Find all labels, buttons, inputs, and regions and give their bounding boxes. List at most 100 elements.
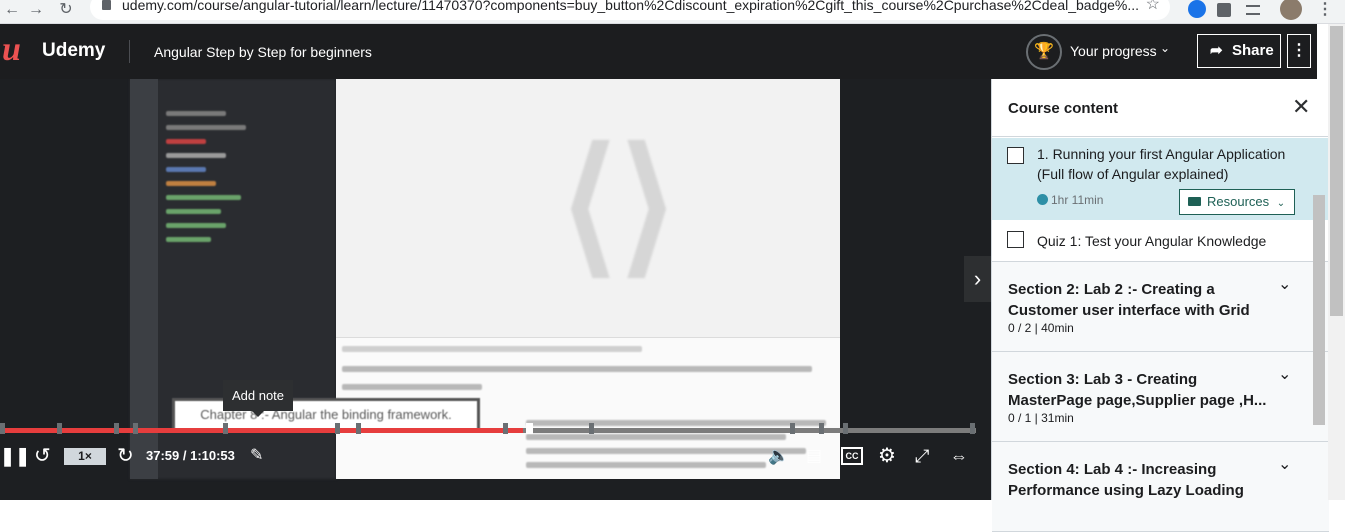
progress-bar[interactable] <box>0 428 976 433</box>
course-content-panel: Course content ✕ ▲ 1. Running your first… <box>991 79 1329 532</box>
video-activity-bar <box>130 79 158 479</box>
section-title: Section 4: Lab 4 :- Increasing Performan… <box>1008 461 1244 499</box>
video-file-row <box>166 181 216 186</box>
chevron-down-icon[interactable]: ⌄ <box>1278 274 1291 294</box>
video-file-row <box>166 195 241 200</box>
speed-button[interactable]: 1× <box>64 448 106 465</box>
settings-icon[interactable]: ⚙ <box>878 441 896 471</box>
captions-icon[interactable]: CC <box>841 447 863 465</box>
section-title: Section 3: Lab 3 - Creating MasterPage p… <box>1008 371 1267 409</box>
bookmark-marker[interactable] <box>335 423 340 434</box>
video-file-row <box>166 153 226 158</box>
bookmark-marker[interactable] <box>589 423 594 434</box>
note-icon[interactable]: ✎ <box>250 441 263 471</box>
bookmark-marker[interactable] <box>790 423 795 434</box>
reload-icon[interactable]: ↻ <box>56 2 76 22</box>
address-bar[interactable]: udemy.com/course/angular-tutorial/learn/… <box>90 0 1170 20</box>
add-note-tooltip: Add note <box>223 380 293 417</box>
video-file-row <box>166 167 206 172</box>
avatar[interactable] <box>1280 0 1302 20</box>
page-scrollbar[interactable] <box>1328 24 1345 500</box>
media-icon[interactable] <box>1246 5 1260 15</box>
bookmark-marker[interactable] <box>843 423 848 434</box>
lesson-title: Quiz 1: Test your Angular Knowledge <box>1037 233 1267 249</box>
course-content-header: Course content ✕ <box>992 79 1329 137</box>
browser-toolbar: ← → ↻ udemy.com/course/angular-tutorial/… <box>0 0 1345 24</box>
chevron-down-icon[interactable]: ⌄ <box>1278 364 1291 384</box>
section-item[interactable]: Section 3: Lab 3 - Creating MasterPage p… <box>992 352 1329 442</box>
timecode: 37:59 / 1:10:53 <box>146 448 235 463</box>
video-file-row <box>166 223 226 228</box>
video-file-row <box>166 237 211 242</box>
extension-icon[interactable] <box>1188 0 1206 18</box>
volume-icon[interactable]: 🔈 <box>768 441 789 471</box>
bookmark-marker[interactable] <box>223 423 228 434</box>
folder-icon <box>1188 197 1201 206</box>
section-item[interactable]: Section 4: Lab 4 :- Increasing Performan… <box>992 442 1329 532</box>
rewind-icon[interactable]: ↺ <box>34 441 51 471</box>
section-meta: 0 / 1 | 31min <box>1008 411 1074 425</box>
share-button[interactable]: ➦ Share <box>1197 34 1281 68</box>
section-meta: 0 / 2 | 40min <box>1008 321 1074 335</box>
expand-icon[interactable]: ⇔ <box>950 441 968 471</box>
bookmark-marker[interactable] <box>970 423 975 434</box>
close-icon[interactable]: ✕ <box>1292 96 1310 118</box>
forward-skip-icon[interactable]: ↻ <box>117 441 134 471</box>
page-scrollbar-thumb[interactable] <box>1330 26 1343 316</box>
course-title[interactable]: Angular Step by Step for beginners <box>154 44 372 60</box>
bookmark-marker[interactable] <box>503 423 508 434</box>
url-text: udemy.com/course/angular-tutorial/learn/… <box>122 0 1140 13</box>
resources-button[interactable]: Resources ⌄ <box>1179 189 1295 215</box>
udemy-logo-icon[interactable]: u <box>2 33 21 67</box>
header-divider <box>129 40 130 63</box>
your-progress-button[interactable]: Your progress <box>1070 43 1157 59</box>
lesson-checkbox[interactable] <box>1007 231 1024 248</box>
bookmark-marker[interactable] <box>133 423 138 434</box>
lesson-item-current[interactable]: 1. Running your first Angular Applicatio… <box>992 138 1329 220</box>
bookmark-marker[interactable] <box>356 423 361 434</box>
udemy-logo-text[interactable]: Udemy <box>42 40 105 62</box>
chapter-caption: Chapter 8 :- Angular the binding framewo… <box>172 398 480 432</box>
chevron-down-icon[interactable]: ⌄ <box>1160 41 1170 55</box>
resources-label: Resources <box>1207 194 1270 209</box>
transcript-icon[interactable]: ▤ <box>806 441 822 471</box>
playhead[interactable] <box>526 423 533 434</box>
course-header: u Udemy Angular Step by Step for beginne… <box>0 24 1317 79</box>
bookmark-marker[interactable] <box>819 423 824 434</box>
lesson-checkbox[interactable] <box>1007 147 1024 164</box>
star-icon[interactable]: ☆ <box>1146 0 1160 16</box>
video-file-row <box>166 209 221 214</box>
chrome-menu-icon[interactable]: ⋮ <box>1315 2 1335 22</box>
trophy-icon[interactable]: 🏆 <box>1026 34 1062 70</box>
share-label: Share <box>1232 42 1274 59</box>
puzzle-icon[interactable] <box>1217 3 1231 17</box>
back-icon[interactable]: ← <box>2 2 22 22</box>
lesson-item-quiz[interactable]: Quiz 1: Test your Angular Knowledge <box>992 220 1329 262</box>
lesson-title: 1. Running your first Angular Applicatio… <box>1037 146 1286 182</box>
bookmark-marker[interactable] <box>0 423 5 434</box>
fullscreen-icon[interactable]: ⤢ <box>915 441 929 471</box>
sidebar-scrollbar[interactable] <box>1313 195 1325 425</box>
course-content-title: Course content <box>1008 100 1119 117</box>
pause-icon[interactable]: ❚❚ <box>0 441 30 471</box>
forward-icon[interactable]: → <box>26 2 46 22</box>
video-file-row <box>166 125 246 130</box>
chevron-down-icon[interactable]: ⌄ <box>1278 454 1291 474</box>
video-file-row <box>166 139 206 144</box>
chevron-down-icon: ⌄ <box>1276 198 1286 209</box>
next-icon[interactable]: › <box>964 256 991 302</box>
section-title: Section 2: Lab 2 :- Creating a Customer … <box>1008 281 1250 319</box>
video-file-row <box>166 111 226 116</box>
share-icon: ➦ <box>1210 42 1223 59</box>
lesson-duration-text: 1hr 11min <box>1051 193 1104 207</box>
lock-icon <box>102 0 111 10</box>
player-controls: ❚❚ ↺ 1× ↻ 37:59 / 1:10:53 ✎ 🔈 ▤ CC ⚙ ⤢ ⇔ <box>0 441 991 477</box>
lesson-duration: 1hr 11min <box>1037 193 1103 207</box>
vscode-logo-icon: ⟨⟩ <box>560 120 678 288</box>
video-player[interactable]: ⟨⟩ Chapter 8 :- Angular the binding fram… <box>0 79 991 500</box>
play-icon <box>1037 194 1048 205</box>
more-icon[interactable]: ⋮ <box>1287 34 1311 68</box>
bookmark-marker[interactable] <box>57 423 62 434</box>
section-item[interactable]: Section 2: Lab 2 :- Creating a Customer … <box>992 262 1329 352</box>
bookmark-marker[interactable] <box>114 423 119 434</box>
